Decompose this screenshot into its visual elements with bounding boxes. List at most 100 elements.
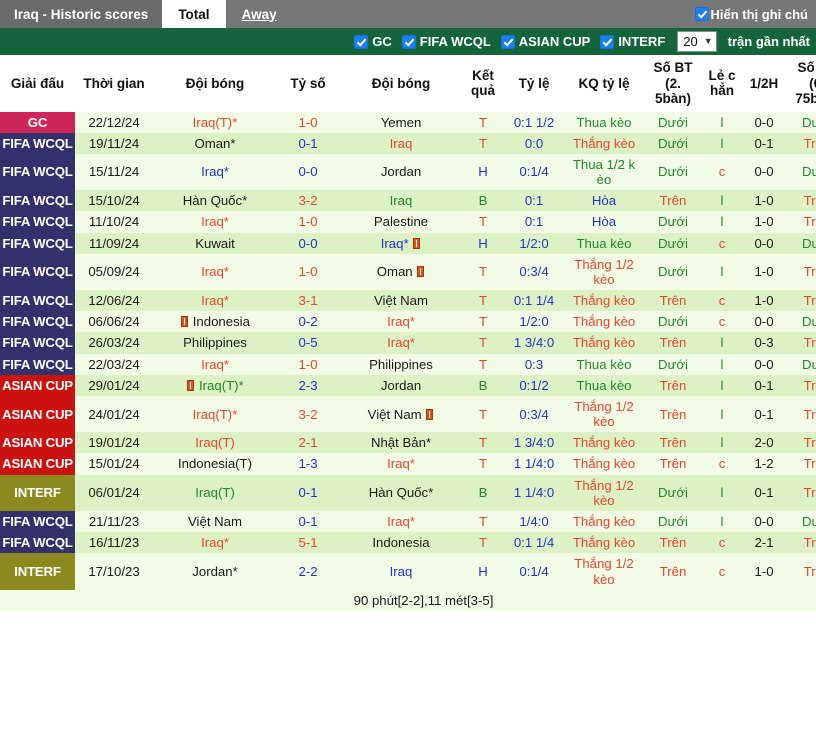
table-row[interactable]: FIFA WCQL 05/09/24 Iraq* 1-0 Oman T 0:3/4 Thắn…: [0, 253, 816, 291]
show-notes-checkbox[interactable]: [694, 7, 709, 21]
filter-interf[interactable]: INTERF: [600, 34, 665, 49]
half-time-score: 0-1: [741, 474, 787, 511]
match-date: 24/01/24: [75, 395, 153, 433]
match-result: T: [463, 311, 503, 333]
col-header-rate[interactable]: Tỷ lệ: [503, 55, 565, 112]
tab-away[interactable]: Away: [226, 0, 293, 28]
col-header-half-time[interactable]: 1/2H: [741, 55, 787, 112]
filter-asian-cup-label: ASIAN CUP: [518, 34, 591, 49]
filter-fifa-wcql-checkbox[interactable]: [401, 34, 416, 49]
handicap-result: Thắng kèo: [565, 532, 643, 554]
odd-even: l: [703, 353, 741, 375]
filter-asian-cup-checkbox[interactable]: [500, 34, 515, 49]
over-under-25: Dưới: [643, 353, 703, 375]
match-score: 5-1: [277, 532, 339, 554]
odd-even: l: [703, 395, 741, 433]
table-footer: 90 phút[2-2],11 mét[3-5]: [0, 589, 816, 611]
half-time-score: 1-0: [741, 553, 787, 590]
over-under-075: Dưới: [787, 510, 816, 533]
table-row[interactable]: FIFA WCQL 15/11/24 Iraq* 0-0 Jordan H 0:1/4 Thu…: [0, 153, 816, 191]
half-time-score: 0-0: [741, 111, 787, 133]
table-row[interactable]: FIFA WCQL 06/06/24 Indonesia 0-2 Iraq* T 1/2:…: [0, 311, 816, 333]
half-time-score: 0-1: [741, 132, 787, 154]
odd-even: c: [703, 290, 741, 312]
home-team-name: Iraq(T)*: [153, 111, 277, 133]
away-team-name: Việt Nam: [339, 395, 463, 433]
table-row[interactable]: FIFA WCQL 12/06/24 Iraq* 3-1 Việt Nam T 0:1 1/…: [0, 290, 816, 312]
handicap-rate: 0:1 1/4: [503, 290, 565, 312]
league-badge: FIFA WCQL: [0, 232, 75, 254]
half-time-score: 1-0: [741, 190, 787, 212]
home-team-name: Iraq*: [153, 353, 277, 375]
filter-interf-checkbox[interactable]: [600, 34, 615, 49]
over-under-25: Trên: [643, 553, 703, 590]
match-date: 15/10/24: [75, 190, 153, 212]
over-under-25: Trên: [643, 395, 703, 433]
odd-even: c: [703, 153, 741, 191]
handicap-rate: 0:1 1/4: [503, 532, 565, 554]
away-team-name: Iraq*: [339, 232, 463, 254]
over-under-075: Trên: [787, 132, 816, 154]
over-under-25: Trên: [643, 332, 703, 354]
match-date: 05/09/24: [75, 253, 153, 291]
col-header-time[interactable]: Thời gian: [75, 55, 153, 112]
col-header-league[interactable]: Giải đấu: [0, 55, 75, 112]
odd-even: l: [703, 332, 741, 354]
table-row[interactable]: FIFA WCQL 21/11/23 Việt Nam 0-1 Iraq* T 1/4:0 T…: [0, 510, 816, 533]
table-row[interactable]: FIFA WCQL 11/09/24 Kuwait 0-0 Iraq* H 1/2:0 Th…: [0, 232, 816, 254]
match-result: B: [463, 374, 503, 396]
page-title: Iraq - Historic scores: [0, 0, 163, 28]
table-row[interactable]: ASIAN CUP 19/01/24 Iraq(T) 2-1 Nhật Bản* T 1 3…: [0, 432, 816, 454]
col-header-home-team[interactable]: Đội bóng: [153, 55, 277, 112]
away-team-name: Philippines: [339, 353, 463, 375]
table-row[interactable]: GC 22/12/24 Iraq(T)* 1-0 Yemen T 0:1 1/2 Thua k…: [0, 111, 816, 133]
col-header-result[interactable]: Kết quả: [463, 55, 503, 112]
col-header-odd-even[interactable]: Lẻ c hẳn: [703, 55, 741, 112]
handicap-rate: 0:1/4: [503, 553, 565, 590]
match-score: 0-1: [277, 132, 339, 154]
match-count-select[interactable]: 20 ▼: [677, 31, 717, 52]
tab-total[interactable]: Total: [162, 0, 226, 28]
col-header-kq-rate[interactable]: KQ tỷ lệ: [565, 55, 643, 112]
table-row[interactable]: ASIAN CUP 15/01/24 Indonesia(T) 1-3 Iraq* T 1 …: [0, 453, 816, 475]
league-badge: ASIAN CUP: [0, 374, 75, 396]
col-header-score[interactable]: Tỷ số: [277, 55, 339, 112]
match-date: 12/06/24: [75, 290, 153, 312]
filter-gc[interactable]: GC: [354, 34, 392, 49]
table-row[interactable]: FIFA WCQL 15/10/24 Hàn Quốc* 3-2 Iraq B 0:1 Hòa…: [0, 190, 816, 212]
home-team-name: Iraq*: [153, 211, 277, 233]
handicap-rate: 1 1/4:0: [503, 474, 565, 511]
league-badge: GC: [0, 111, 75, 133]
red-card-icon: [181, 316, 189, 328]
league-badge: ASIAN CUP: [0, 453, 75, 475]
match-score: 0-1: [277, 474, 339, 511]
filter-asian-cup[interactable]: ASIAN CUP: [500, 34, 591, 49]
col-header-sobt-075[interactable]: Số BT (0.75bàn): [787, 55, 816, 112]
table-row[interactable]: FIFA WCQL 22/03/24 Iraq* 1-0 Philippines T 0:3…: [0, 353, 816, 375]
show-notes-control[interactable]: Hiển thị ghi chú: [694, 0, 816, 28]
table-row[interactable]: ASIAN CUP 24/01/24 Iraq(T)* 3-2 Việt Nam T 0:…: [0, 395, 816, 433]
handicap-rate: 0:3: [503, 353, 565, 375]
handicap-result: Thua kèo: [565, 111, 643, 133]
table-row[interactable]: INTERF 06/01/24 Iraq(T) 0-1 Hàn Quốc* B 1 1/4:…: [0, 474, 816, 511]
over-under-25: Dưới: [643, 253, 703, 291]
col-header-sobt-25[interactable]: Số BT (2. 5bàn): [643, 55, 703, 112]
filter-fifa-wcql[interactable]: FIFA WCQL: [401, 34, 491, 49]
odd-even: c: [703, 553, 741, 590]
filter-gc-checkbox[interactable]: [354, 34, 369, 49]
handicap-result: Thắng kèo: [565, 510, 643, 533]
table-row[interactable]: FIFA WCQL 16/11/23 Iraq* 5-1 Indonesia T 0:1 1…: [0, 532, 816, 554]
col-header-away-team[interactable]: Đội bóng: [339, 55, 463, 112]
table-row[interactable]: ASIAN CUP 29/01/24 Iraq(T)* 2-3 Jordan B 0:1/…: [0, 374, 816, 396]
historic-scores-table: Giải đấu Thời gian Đội bóng Tỷ số Đội bó…: [0, 55, 816, 611]
match-date: 06/06/24: [75, 311, 153, 333]
match-score: 0-0: [277, 232, 339, 254]
match-date: 11/10/24: [75, 211, 153, 233]
table-row[interactable]: FIFA WCQL 11/10/24 Iraq* 1-0 Palestine T 0:1 Hò…: [0, 211, 816, 233]
handicap-result: Thắng kèo: [565, 132, 643, 154]
over-under-25: Trên: [643, 432, 703, 454]
odd-even: l: [703, 132, 741, 154]
table-row[interactable]: FIFA WCQL 19/11/24 Oman* 0-1 Iraq T 0:0 Thắng k…: [0, 132, 816, 154]
table-row[interactable]: FIFA WCQL 26/03/24 Philippines 0-5 Iraq* T 1 3…: [0, 332, 816, 354]
table-row[interactable]: INTERF 17/10/23 Jordan* 2-2 Iraq H 0:1/4 Thắng …: [0, 553, 816, 590]
